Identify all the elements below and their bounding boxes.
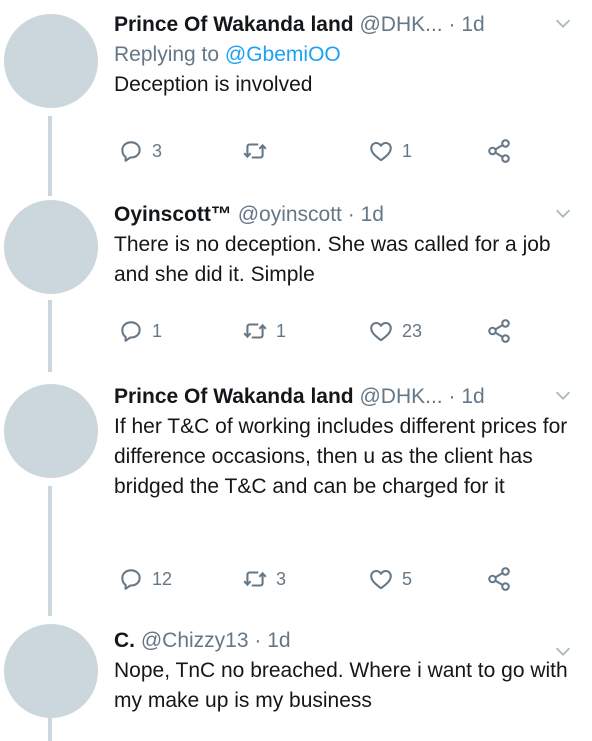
caret-down-icon[interactable]: [552, 12, 574, 34]
tweet[interactable]: C. @Chizzy13 · 1d Nope, TnC no breached.…: [0, 616, 592, 741]
replying-to: Replying to @GbemiOO: [114, 40, 592, 70]
like-button[interactable]: 5: [368, 564, 412, 594]
reply-icon: [118, 138, 144, 164]
retweet-button[interactable]: 3: [242, 564, 286, 594]
like-icon: [368, 566, 394, 592]
tweet-header: Prince Of Wakanda land @DHK... · 1d: [114, 382, 592, 412]
retweet-icon: [242, 318, 268, 344]
timestamp[interactable]: 1d: [267, 629, 290, 652]
reply-icon: [118, 318, 144, 344]
avatar[interactable]: [4, 200, 98, 294]
like-button[interactable]: 1: [368, 136, 412, 166]
retweet-button[interactable]: [242, 136, 276, 166]
separator: ·: [448, 13, 456, 36]
tweet-header: C. @Chizzy13 · 1d: [114, 626, 592, 656]
tweet-header: Prince Of Wakanda land @DHK... · 1d: [114, 10, 592, 40]
reply-button[interactable]: 1: [118, 316, 162, 346]
timestamp[interactable]: 1d: [461, 13, 484, 36]
user-handle[interactable]: @oyinscott: [238, 203, 342, 226]
display-name[interactable]: Prince Of Wakanda land: [114, 13, 354, 36]
like-count: 23: [402, 320, 423, 341]
display-name[interactable]: Prince Of Wakanda land: [114, 385, 354, 408]
share-icon: [486, 566, 512, 592]
replying-to-label: Replying to: [114, 43, 220, 66]
display-name[interactable]: C.: [114, 629, 135, 652]
like-icon: [368, 318, 394, 344]
tweet-text: There is no deception. She was called fo…: [114, 233, 551, 286]
retweet-button[interactable]: 1: [242, 316, 286, 346]
like-icon: [368, 138, 394, 164]
mention-link[interactable]: @GbemiOO: [225, 43, 341, 66]
user-handle[interactable]: @DHK...: [359, 385, 442, 408]
timestamp[interactable]: 1d: [461, 385, 484, 408]
retweet-icon: [242, 138, 268, 164]
retweet-count: 1: [276, 320, 287, 341]
user-handle[interactable]: @Chizzy13: [141, 629, 249, 652]
retweet-count: 3: [276, 568, 287, 589]
reply-count: 1: [152, 320, 163, 341]
share-button[interactable]: [486, 564, 512, 594]
tweet-header: Oyinscott™ @oyinscott · 1d: [114, 200, 592, 230]
reply-button[interactable]: 12: [118, 564, 172, 594]
share-button[interactable]: [486, 136, 512, 166]
separator: ·: [254, 629, 262, 652]
tweet-text: If her T&C of working includes different…: [114, 415, 568, 498]
avatar[interactable]: [4, 14, 98, 108]
caret-down-icon[interactable]: [552, 640, 574, 662]
separator: ·: [347, 203, 355, 226]
tweet[interactable]: Prince Of Wakanda land @DHK... · 1d If h…: [0, 372, 592, 616]
reply-count: 12: [152, 568, 173, 589]
tweet[interactable]: Oyinscott™ @oyinscott · 1d There is no d…: [0, 190, 592, 372]
tweet-text: Deception is involved: [114, 73, 313, 96]
share-icon: [486, 138, 512, 164]
like-count: 5: [402, 568, 413, 589]
avatar[interactable]: [4, 384, 98, 478]
share-icon: [486, 318, 512, 344]
like-count: 1: [402, 140, 413, 161]
like-button[interactable]: 23: [368, 316, 422, 346]
reply-icon: [118, 566, 144, 592]
tweet-text: Nope, TnC no breached. Where i want to g…: [114, 659, 568, 712]
retweet-icon: [242, 566, 268, 592]
avatar[interactable]: [4, 624, 98, 718]
caret-down-icon[interactable]: [552, 384, 574, 406]
reply-button[interactable]: 3: [118, 136, 162, 166]
display-name[interactable]: Oyinscott™: [114, 203, 232, 226]
share-button[interactable]: [486, 316, 512, 346]
separator: ·: [448, 385, 456, 408]
caret-down-icon[interactable]: [552, 202, 574, 224]
tweet[interactable]: Prince Of Wakanda land @DHK... · 1d Repl…: [0, 0, 592, 190]
user-handle[interactable]: @DHK...: [359, 13, 442, 36]
reply-count: 3: [152, 140, 163, 161]
timestamp[interactable]: 1d: [361, 203, 384, 226]
